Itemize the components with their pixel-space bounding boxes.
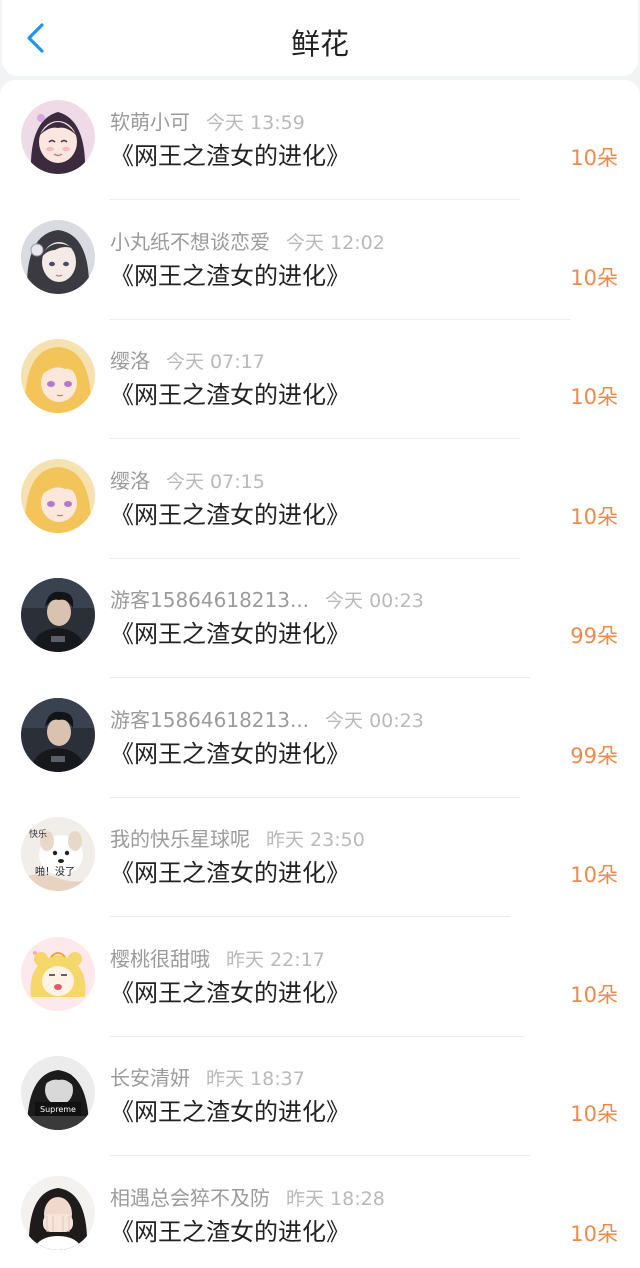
flower-count: 10朵 [570, 863, 618, 887]
flower-count: 99朵 [570, 743, 618, 768]
timestamp: 今天 13:59 [206, 112, 305, 134]
avatar-image [21, 458, 95, 533]
book-title[interactable]: 《网王之渣女的进化》 [110, 497, 350, 533]
avatar[interactable] [21, 339, 95, 413]
flower-count: 99朵 [570, 624, 618, 648]
item-meta: 相遇总会猝不及防 昨天 18:28 [110, 1184, 385, 1212]
avatar-image [21, 578, 95, 652]
list-item[interactable]: 游客15864618213... 今天 00:23 《网王之渣女的进化》 99朵 [0, 558, 640, 678]
user-name[interactable]: 游客15864618213... [110, 708, 309, 732]
item-meta: 缨洛 今天 07:17 [110, 347, 265, 375]
timestamp: 昨天 18:28 [286, 1187, 385, 1210]
avatar-image: Supreme [21, 1056, 95, 1130]
book-title[interactable]: 《网王之渣女的进化》 [110, 975, 350, 1011]
list-item[interactable]: Supreme 长安清妍 昨天 18:37 《网王之渣女的进化》 10朵 [0, 1036, 640, 1156]
item-meta: 长安清妍 昨天 18:37 [110, 1064, 305, 1092]
list-item[interactable]: 游客15864618213... 今天 00:23 《网王之渣女的进化》 99朵 [0, 678, 640, 798]
avatar[interactable] [21, 219, 95, 294]
list-item[interactable]: 相遇总会猝不及防 昨天 18:28 《网王之渣女的进化》 10朵 [0, 1156, 640, 1268]
flowers-page: 鲜花 软萌小可 今天 13:59 《网王之渣女的进化》 10朵 小丸纸不想谈恋爱 今天 … [0, 0, 640, 1268]
user-name[interactable]: 缨洛 [110, 349, 150, 373]
avatar[interactable] [21, 100, 95, 174]
flower-gift-list: 软萌小可 今天 13:59 《网王之渣女的进化》 10朵 小丸纸不想谈恋爱 今天 12:… [0, 80, 640, 1268]
list-item[interactable]: 缨洛 今天 07:17 《网王之渣女的进化》 10朵 [0, 319, 640, 439]
page-title: 鲜花 [290, 27, 349, 61]
flower-count: 10朵 [570, 385, 618, 409]
book-title[interactable]: 《网王之渣女的进化》 [110, 736, 350, 772]
avatar[interactable] [21, 578, 95, 652]
item-meta: 我的快乐星球呢 昨天 23:50 [110, 825, 365, 853]
item-meta: 游客15864618213... 今天 00:23 [110, 706, 424, 734]
avatar-image [21, 936, 95, 1011]
timestamp: 昨天 23:50 [266, 829, 365, 851]
avatar-image [21, 100, 95, 174]
user-name[interactable]: 我的快乐星球呢 [110, 827, 250, 851]
flower-count: 10朵 [570, 1102, 618, 1126]
timestamp: 今天 00:23 [325, 590, 424, 612]
avatar-image [21, 219, 95, 294]
user-name[interactable]: 小丸纸不想谈恋爱 [110, 230, 270, 254]
user-name[interactable]: 樱桃很甜哦 [110, 947, 210, 971]
flower-count: 10朵 [570, 982, 618, 1007]
item-meta: 樱桃很甜哦 昨天 22:17 [110, 945, 325, 973]
user-name[interactable]: 软萌小可 [110, 110, 190, 134]
user-name[interactable]: 相遇总会猝不及防 [110, 1186, 270, 1210]
timestamp: 今天 07:17 [166, 351, 265, 373]
top-bar: 鲜花 [2, 0, 638, 76]
timestamp: 今天 07:15 [166, 470, 265, 493]
timestamp: 昨天 22:17 [226, 948, 325, 971]
avatar[interactable] [21, 1175, 95, 1250]
list-item[interactable]: 小丸纸不想谈恋爱 今天 12:02 《网王之渣女的进化》 10朵 [0, 200, 640, 320]
flower-count: 10朵 [570, 146, 618, 170]
list-item[interactable]: 快乐 啪！没了 我的快乐星球呢 昨天 23:50 《网王之渣女的进化》 10朵 [0, 797, 640, 917]
book-title[interactable]: 《网王之渣女的进化》 [110, 138, 350, 174]
avatar-image: 快乐啪！没了 [21, 817, 95, 891]
avatar[interactable]: Supreme [21, 1056, 95, 1130]
timestamp: 今天 00:23 [325, 709, 424, 732]
avatar-caption: 啪！没了 [35, 865, 75, 878]
flower-count: 10朵 [570, 1221, 618, 1246]
avatar-image [21, 339, 95, 413]
user-name[interactable]: 缨洛 [110, 469, 150, 493]
timestamp: 昨天 18:37 [206, 1068, 305, 1090]
avatar[interactable] [21, 936, 95, 1011]
avatar-caption: 快乐 [29, 828, 47, 840]
list-item[interactable]: 缨洛 今天 07:15 《网王之渣女的进化》 10朵 [0, 439, 640, 559]
book-title[interactable]: 《网王之渣女的进化》 [110, 1214, 350, 1250]
avatar[interactable]: 快乐啪！没了 [21, 817, 95, 891]
item-meta: 缨洛 今天 07:15 [110, 467, 265, 495]
avatar-image [21, 1175, 95, 1250]
book-title[interactable]: 《网王之渣女的进化》 [110, 377, 350, 413]
book-title[interactable]: 《网王之渣女的进化》 [110, 616, 350, 652]
avatar[interactable] [21, 458, 95, 533]
user-name[interactable]: 游客15864618213... [110, 588, 309, 612]
avatar[interactable] [21, 697, 95, 772]
book-title[interactable]: 《网王之渣女的进化》 [110, 1094, 350, 1130]
item-meta: 小丸纸不想谈恋爱 今天 12:02 [110, 228, 385, 256]
list-item[interactable]: 樱桃很甜哦 昨天 22:17 《网王之渣女的进化》 10朵 [0, 917, 640, 1037]
timestamp: 今天 12:02 [286, 231, 385, 254]
avatar-image [21, 697, 95, 772]
list-item[interactable]: 软萌小可 今天 13:59 《网王之渣女的进化》 10朵 [0, 80, 640, 200]
avatar-caption: Supreme [40, 1105, 76, 1114]
flower-count: 10朵 [570, 504, 618, 529]
item-meta: 软萌小可 今天 13:59 [110, 108, 305, 136]
user-name[interactable]: 长安清妍 [110, 1066, 190, 1090]
flower-count: 10朵 [570, 265, 618, 290]
book-title[interactable]: 《网王之渣女的进化》 [110, 258, 350, 294]
item-meta: 游客15864618213... 今天 00:23 [110, 586, 424, 614]
book-title[interactable]: 《网王之渣女的进化》 [110, 855, 350, 891]
